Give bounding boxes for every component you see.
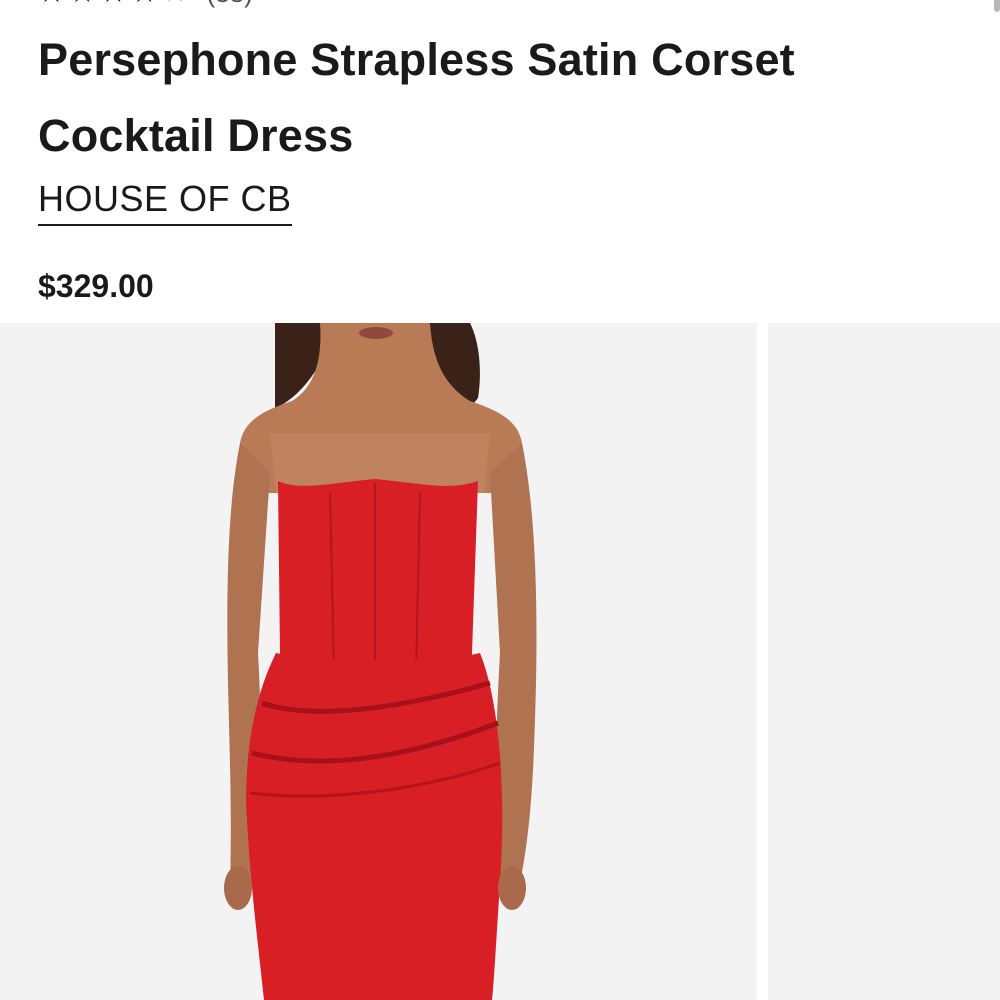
star-icon: ★ bbox=[100, 0, 127, 8]
brand-link[interactable]: HOUSE OF CB bbox=[38, 176, 292, 226]
product-image-next[interactable] bbox=[768, 323, 1000, 1000]
review-count[interactable]: (33) bbox=[207, 0, 253, 9]
model-photo bbox=[224, 323, 537, 1000]
product-image-main[interactable] bbox=[0, 323, 757, 1000]
rating-stars[interactable]: ★ ★ ★ ★ ★ (33) bbox=[38, 0, 253, 8]
star-icon: ★ bbox=[38, 0, 65, 8]
product-price: $329.00 bbox=[38, 268, 154, 304]
star-icon: ★ bbox=[162, 0, 189, 8]
product-image-gallery[interactable] bbox=[0, 323, 1000, 1000]
scrollbar[interactable] bbox=[994, 0, 1000, 12]
star-icon: ★ bbox=[131, 0, 158, 8]
star-icon: ★ bbox=[69, 0, 96, 8]
product-title: Persephone Strapless Satin Corset Cockta… bbox=[38, 34, 795, 161]
